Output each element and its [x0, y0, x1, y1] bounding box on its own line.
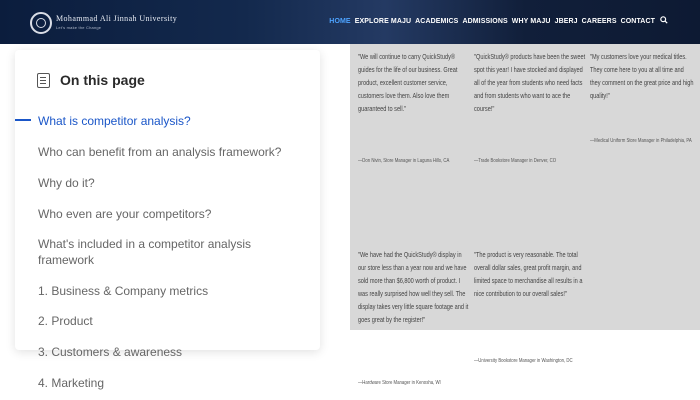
nav-contact[interactable]: CONTACT	[621, 18, 655, 25]
panel-title: On this page	[60, 72, 145, 88]
testimonial-card: "My customers love your medical titles. …	[590, 50, 700, 144]
testimonial-card: "The product is very reasonable. The tot…	[474, 248, 619, 364]
testimonial-quote: "We have had the QuickStudy® display in …	[358, 250, 469, 324]
toc-item-product[interactable]: 2. Product	[38, 313, 308, 329]
university-name[interactable]: Mohammad Ali Jinnah University	[56, 14, 177, 23]
testimonial-quote: "QuickStudy® products have been the swee…	[474, 52, 586, 113]
nav-academics[interactable]: ACADEMICS	[415, 18, 458, 25]
nav-explore-maju[interactable]: EXPLORE MAJU	[355, 18, 411, 25]
university-logo-icon[interactable]	[30, 12, 52, 34]
toc-item-who-are-competitors[interactable]: Who even are your competitors?	[38, 206, 308, 222]
testimonial-quote: "We will continue to carry QuickStudy® g…	[358, 52, 458, 113]
nav-jberj[interactable]: JBERJ	[555, 18, 578, 25]
nav-why-maju[interactable]: WHY MAJU	[512, 18, 551, 25]
testimonial-author: —Medical Uniform Store Manager in Philad…	[590, 138, 692, 144]
toc-item-why-do-it[interactable]: Why do it?	[38, 175, 308, 191]
site-header: Mohammad Ali Jinnah University Let's mak…	[0, 0, 700, 44]
testimonial-quote: "The product is very reasonable. The tot…	[474, 250, 583, 298]
testimonial-author: —Hardware Store Manager in Kenosha, WI	[358, 380, 441, 386]
toc-item-what-is-competitor-analysis[interactable]: What is competitor analysis?	[38, 113, 308, 129]
university-tagline: Let's make the Change	[56, 25, 102, 30]
testimonial-quote: "My customers love your medical titles. …	[590, 52, 694, 100]
search-icon[interactable]	[660, 16, 668, 26]
testimonial-author: —University Bookstore Manager in Washing…	[474, 358, 573, 364]
nav-admissions[interactable]: ADMISSIONS	[462, 18, 507, 25]
testimonial-author: —Trade Bookstore Manager in Denver, CO	[474, 158, 557, 164]
panel-header: On this page	[37, 72, 145, 88]
main-nav: HOME EXPLORE MAJU ACADEMICS ADMISSIONS W…	[329, 16, 668, 26]
toc-item-whats-included[interactable]: What's included in a competitor analysis…	[38, 236, 308, 268]
testimonial-author: —Don Nivin, Store Manager in Laguna Hill…	[358, 158, 450, 164]
toc-item-marketing[interactable]: 4. Marketing	[38, 375, 308, 391]
document-icon	[37, 72, 50, 88]
toc-item-customers-awareness[interactable]: 3. Customers & awareness	[38, 344, 308, 360]
toc-item-business-company-metrics[interactable]: 1. Business & Company metrics	[38, 283, 308, 299]
nav-careers[interactable]: CAREERS	[582, 18, 617, 25]
on-this-page-panel: On this page	[15, 50, 320, 350]
active-indicator	[15, 119, 31, 121]
nav-home[interactable]: HOME	[329, 18, 350, 25]
toc-item-who-can-benefit[interactable]: Who can benefit from an analysis framewo…	[38, 144, 308, 160]
